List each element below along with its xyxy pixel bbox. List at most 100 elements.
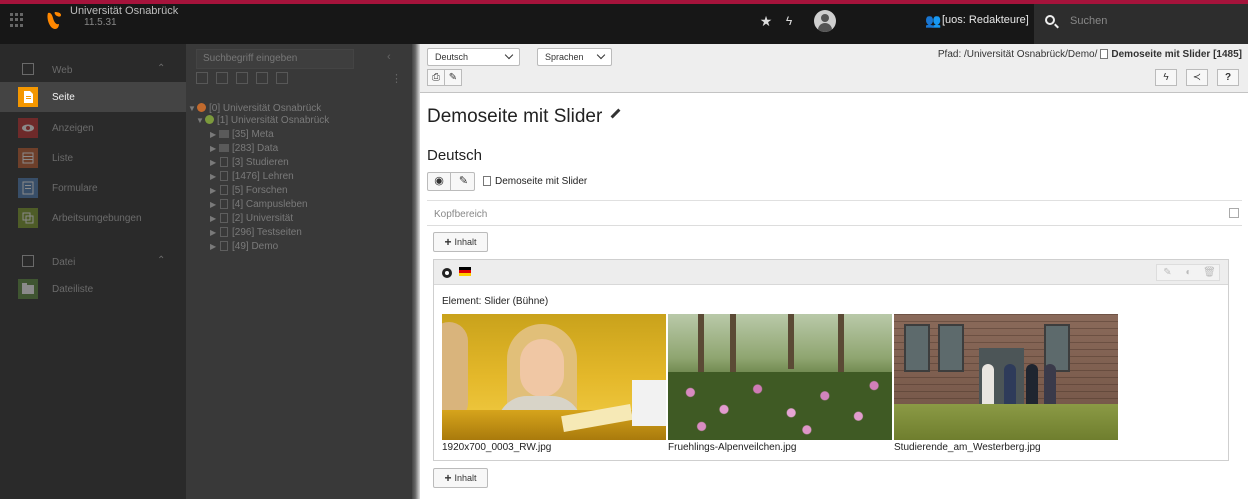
flush-cache-icon[interactable]: ϟ (780, 12, 798, 30)
user-avatar[interactable] (814, 10, 836, 32)
expand-arrow-icon[interactable]: ▶ (210, 199, 218, 211)
new-shortcut-icon[interactable] (216, 72, 228, 84)
expand-arrow-icon[interactable]: ▶ (210, 185, 218, 197)
tree-node[interactable]: ▶ [5] Forschen (210, 185, 288, 197)
module-list[interactable]: Liste (0, 143, 186, 173)
page-icon (220, 157, 228, 167)
page-link[interactable]: Demoseite mit Slider (483, 176, 587, 187)
languages-dropdown[interactable]: Sprachen (537, 48, 612, 66)
module-workspaces[interactable]: Arbeitsumgebungen (0, 203, 186, 233)
tree-node[interactable]: ▶ [283] Data (210, 143, 278, 155)
page-icon (1100, 49, 1109, 59)
expand-arrow-icon[interactable]: ▶ (210, 143, 218, 155)
live-search[interactable]: Suchen (1034, 4, 1248, 44)
new-folder-icon[interactable] (256, 72, 268, 84)
add-content-button[interactable]: + Inhalt (433, 468, 488, 488)
slider-image-3[interactable] (894, 314, 1118, 440)
trash-icon[interactable]: 🗑 (1199, 265, 1220, 280)
toggle-visibility-icon[interactable]: ◐ (1178, 265, 1199, 280)
collapse-tree-icon[interactable]: ‹ (387, 51, 391, 63)
expand-arrow-icon[interactable]: ▼ (196, 115, 204, 127)
file-icon (22, 255, 34, 267)
page-icon (220, 199, 228, 209)
image-caption: 1920x700_0003_RW.jpg (442, 442, 552, 453)
help-button[interactable]: ? (1217, 69, 1239, 86)
expand-arrow-icon[interactable]: ▶ (210, 129, 218, 141)
root-icon (197, 103, 206, 112)
more-options-icon[interactable]: ⋮ (391, 72, 402, 85)
expand-arrow-icon[interactable]: ▶ (210, 241, 218, 253)
module-forms[interactable]: Formulare (0, 173, 186, 203)
page-module-icon (18, 87, 38, 107)
content-area: Deutsch Sprachen ⎙ ✎ Pfad: /Universität … (420, 44, 1248, 499)
page-tree: Suchbegriff eingeben ‹ ⋮ ▼ [0] Universitä… (186, 44, 412, 499)
list-module-icon (18, 148, 38, 168)
page-icon (220, 213, 228, 223)
image-caption: Fruehlings-Alpenveilchen.jpg (668, 442, 797, 453)
page-icon (220, 171, 228, 181)
top-bar: Universität Osnabrück 11.5.31 ★ ϟ 👥 [uos… (0, 0, 1248, 44)
expand-arrow-icon[interactable]: ▶ (210, 227, 218, 239)
site-version: 11.5.31 (84, 17, 117, 28)
tree-node[interactable]: ▶ [49] Demo (210, 241, 278, 253)
expand-arrow-icon[interactable]: ▶ (210, 171, 218, 183)
pencil-icon[interactable] (610, 108, 621, 119)
share-button[interactable]: ≺ (1186, 69, 1208, 86)
page-button-group: ◉ ✎ (427, 172, 475, 191)
user-group-label[interactable]: [uos: Redakteure] (942, 13, 1029, 27)
new-separator-icon[interactable] (276, 72, 288, 84)
bookmark-star-icon[interactable]: ★ (757, 12, 775, 30)
slider-image-2[interactable] (668, 314, 892, 440)
tree-node[interactable]: ▼ [1] Universität Osnabrück (196, 115, 329, 127)
module-filelist[interactable]: Dateiliste (0, 274, 186, 304)
module-page[interactable]: Seite (0, 82, 186, 112)
chevron-down-icon (596, 50, 606, 60)
column-edit-icon[interactable] (1229, 208, 1239, 218)
view-module-icon (18, 118, 38, 138)
doc-header-actions: ϟ ≺ ? (1155, 69, 1243, 87)
chevron-down-icon (504, 50, 514, 60)
tree-search-input[interactable]: Suchbegriff eingeben (196, 49, 354, 69)
module-group-web[interactable]: Web ⌃ (0, 60, 186, 84)
pencil-icon[interactable]: ✎ (452, 173, 475, 190)
tree-node[interactable]: ▼ [0] Universität Osnabrück (188, 103, 321, 115)
tree-node[interactable]: ▶ [3] Studieren (210, 157, 289, 169)
search-input[interactable]: Suchen (1070, 15, 1107, 27)
slider-image-1[interactable] (442, 314, 666, 440)
add-content-button[interactable]: + Inhalt (433, 232, 488, 252)
chevron-up-icon: ⌃ (157, 63, 166, 74)
search-icon (1045, 15, 1055, 25)
module-group-file[interactable]: Datei ⌃ (0, 252, 186, 276)
eye-icon[interactable]: ◉ (428, 173, 451, 190)
expand-arrow-icon[interactable]: ▶ (210, 213, 218, 225)
clear-cache-button[interactable]: ϟ (1155, 69, 1177, 86)
new-link-icon[interactable] (236, 72, 248, 84)
folder-icon (219, 144, 229, 152)
image-caption: Studierende_am_Westerberg.jpg (894, 442, 1041, 453)
tree-node[interactable]: ▶ [35] Meta (210, 129, 274, 141)
tree-node[interactable]: ▶ [4] Campusleben (210, 199, 308, 211)
page-icon (220, 227, 228, 237)
module-view[interactable]: Anzeigen (0, 113, 186, 143)
expand-arrow-icon[interactable]: ▼ (188, 103, 196, 115)
tree-node[interactable]: ▶ [296] Testseiten (210, 227, 302, 239)
german-flag-icon (459, 267, 471, 276)
tree-resize-handle[interactable] (412, 44, 420, 499)
app-grid-icon[interactable] (10, 13, 24, 27)
edit-icon[interactable]: ✎ (1157, 265, 1178, 280)
tree-node[interactable]: ▶ [2] Universität (210, 213, 293, 225)
folder-icon (219, 130, 229, 138)
page-icon (483, 176, 491, 186)
edit-page-properties-button[interactable]: ✎ (444, 69, 462, 86)
tree-node[interactable]: ▶ [1476] Lehren (210, 171, 294, 183)
content-type-icon[interactable] (442, 268, 452, 278)
view-page-button[interactable]: ⎙ (427, 69, 445, 86)
current-page-label: Demoseite mit Slider [1485] (1111, 49, 1242, 60)
language-select[interactable]: Deutsch (427, 48, 520, 66)
typo3-logo[interactable] (44, 9, 68, 33)
new-page-icon[interactable] (196, 72, 208, 84)
page-icon (220, 241, 228, 251)
content-element: ✎ ◐ 🗑 Element: Slider (Bühne) 1920x700_0… (433, 259, 1229, 461)
expand-arrow-icon[interactable]: ▶ (210, 157, 218, 169)
content-element-actions: ✎ ◐ 🗑 (1156, 264, 1220, 281)
